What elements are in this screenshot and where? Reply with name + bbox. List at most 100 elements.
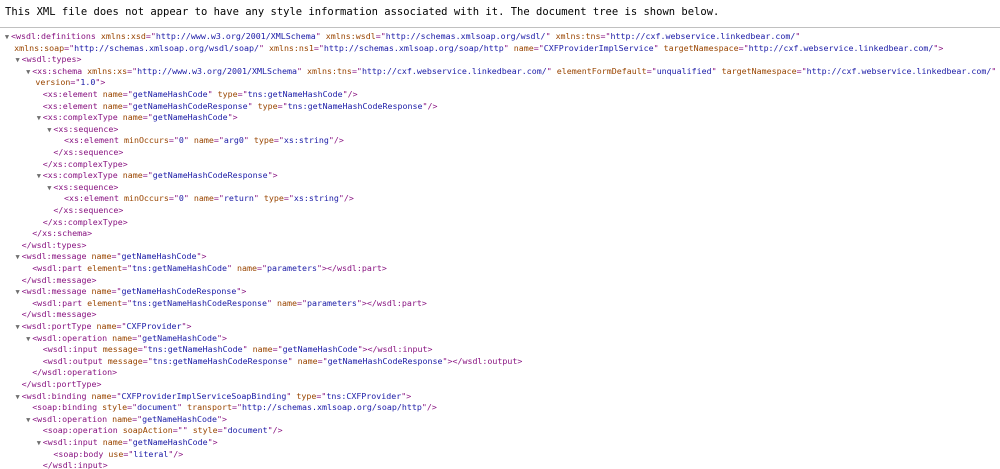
collapse-toggle-icon[interactable]: ▼: [24, 334, 32, 346]
xml-attribute-name: name: [91, 286, 112, 297]
xml-tag: <wsdl:input: [42, 344, 98, 355]
xml-tag: =": [375, 31, 386, 41]
collapse-toggle-icon[interactable]: ▼: [35, 438, 43, 450]
xml-tag: =": [122, 263, 133, 273]
xml-tag: <wsdl:definitions: [11, 31, 96, 41]
xml-attribute-value: getNameHashCodeResponse: [327, 355, 443, 366]
xml-tag: ": [991, 65, 997, 76]
xml-tag: ": [503, 42, 509, 53]
xml-attribute-name: name: [102, 89, 123, 99]
xml-tag: =": [70, 77, 81, 88]
collapse-toggle-icon[interactable]: ▼: [14, 322, 22, 334]
xml-tag: =": [272, 344, 283, 355]
xml-attribute-name: targetNamespace: [721, 65, 797, 76]
xml-attribute-name: name: [122, 112, 143, 123]
xml-tag: <xs:element: [42, 89, 98, 99]
xml-line: ▼ <xs:sequence>: [45, 124, 118, 136]
xml-line: </wsdl:types>: [14, 240, 87, 252]
xml-attribute-value: http://cxf.webservice.linkedbear.com/: [806, 65, 992, 76]
xml-tag: =": [600, 31, 611, 41]
xml-tag: =": [738, 42, 749, 53]
xml-tag: </wsdl:types>: [21, 239, 87, 250]
xml-line: ▼ <wsdl:binding name="CXFProviderImplServ…: [14, 390, 412, 404]
collapse-toggle-icon[interactable]: ▼: [14, 55, 22, 67]
xml-attribute-name: xmlns:xs: [87, 65, 128, 76]
xml-tag: =": [122, 297, 133, 308]
xml-tag: <xs:element: [64, 193, 119, 204]
collapse-toggle-icon[interactable]: ▼: [24, 415, 32, 427]
xml-line: ▼ <wsdl:definitions xmlns:xsd="http://www…: [3, 31, 800, 43]
xml-attribute-value: getNameHashCode: [132, 437, 208, 447]
xml-tag: =": [313, 42, 324, 53]
xml-tag: <wsdl:input: [42, 437, 98, 447]
xml-tag: ": [711, 65, 717, 76]
xml-line: version="1.0">: [27, 77, 105, 89]
xml-attribute-value: http://schemas.xmlsoap.org/wsdl/soap/: [74, 42, 259, 53]
xml-attribute-value: CXFProvider: [126, 321, 182, 331]
xml-attribute-name: xmlns:xsd: [100, 31, 146, 41]
xml-attribute-value: tns:getNameHashCode: [132, 263, 228, 273]
xml-attribute-value: getNameHashCode: [142, 332, 218, 343]
xml-tag: =": [172, 425, 183, 436]
xml-attribute-name: name: [91, 251, 112, 262]
xml-line: </wsdl:portType>: [14, 379, 102, 391]
xml-tag: ">: [401, 390, 412, 401]
xml-line: ▼ <wsdl:input name="getNameHashCode">: [35, 437, 218, 449]
xml-tag: ": [315, 31, 321, 41]
xml-tag: <wsdl:operation: [32, 332, 108, 343]
xml-attribute-name: type: [263, 193, 284, 204]
xml-attribute-name: name: [252, 344, 273, 355]
xml-attribute-name: name: [112, 332, 133, 343]
xml-attribute-name: name: [112, 413, 133, 424]
xml-attribute-value: getNameHashCode: [152, 112, 228, 123]
xml-line: ▼ <xs:complexType name="getNameHashCodeRe…: [35, 170, 278, 182]
xml-attribute-name: name: [193, 193, 214, 204]
xml-attribute-value: getNameHashCodeResponse: [132, 100, 248, 111]
xml-attribute-value: http://www.w3.org/2001/XMLSchema: [137, 65, 297, 76]
collapse-toggle-icon[interactable]: ▼: [14, 287, 22, 299]
xml-tag: ">: [217, 413, 228, 424]
xml-attribute-value: literal: [133, 448, 169, 459]
xml-tag: =": [132, 413, 143, 424]
xml-line: <xs:element minOccurs="0" name="arg0" ty…: [56, 135, 344, 147]
xml-attribute-value: parameters: [306, 297, 357, 308]
xml-tag: </xs:complexType>: [42, 158, 128, 169]
xml-tag: ">: [217, 332, 228, 343]
xml-tag: =": [213, 193, 224, 204]
xml-attribute-name: style: [102, 402, 128, 413]
xml-attribute-name: name: [193, 135, 214, 146]
xml-line: <xs:element name="getNameHashCode" type=…: [35, 89, 358, 101]
xml-attribute-value: tns:getNameHashCode: [247, 89, 343, 99]
xml-tag: =": [796, 65, 807, 76]
xml-tag: =": [137, 344, 148, 355]
xml-attribute-value: return: [223, 193, 254, 204]
xml-tag: "/>: [422, 100, 438, 111]
xml-tag: =": [122, 100, 133, 111]
collapse-toggle-icon[interactable]: ▼: [35, 113, 43, 125]
xml-tag: <xs:element: [64, 135, 119, 146]
xml-tag: ">: [95, 77, 106, 88]
collapse-toggle-icon[interactable]: ▼: [35, 171, 43, 183]
xml-tag: =": [127, 402, 138, 413]
xml-tag: =": [237, 89, 248, 99]
collapse-toggle-icon[interactable]: ▼: [14, 392, 22, 404]
xml-attribute-name: name: [122, 170, 143, 181]
xml-tag: "/>: [421, 402, 437, 413]
xml-attribute-name: message: [102, 344, 138, 355]
xml-attribute-name: transport: [187, 402, 233, 413]
xml-line: <wsdl:part element="tns:getNameHashCodeR…: [24, 298, 427, 310]
xml-attribute-name: xmlns:wsdl: [325, 31, 376, 41]
xml-tag: "></wsdl:part>: [356, 297, 427, 308]
xml-tag: ": [242, 344, 248, 355]
collapse-toggle-icon[interactable]: ▼: [14, 252, 22, 264]
xml-tag: =": [127, 65, 138, 76]
xml-attribute-value: tns:getNameHashCodeResponse: [287, 100, 423, 111]
xml-attribute-name: name: [237, 263, 258, 273]
xml-attribute-value: CXFProviderImplServiceSoapBinding: [121, 390, 287, 401]
xml-tag: ">: [267, 170, 278, 181]
xml-line: </wsdl:operation>: [24, 367, 117, 379]
xml-line: </wsdl:message>: [14, 309, 97, 321]
xml-tag: <soap:operation: [42, 425, 118, 436]
xml-attribute-name: version: [35, 77, 71, 88]
xml-line: <soap:body use="literal"/>: [45, 449, 183, 461]
